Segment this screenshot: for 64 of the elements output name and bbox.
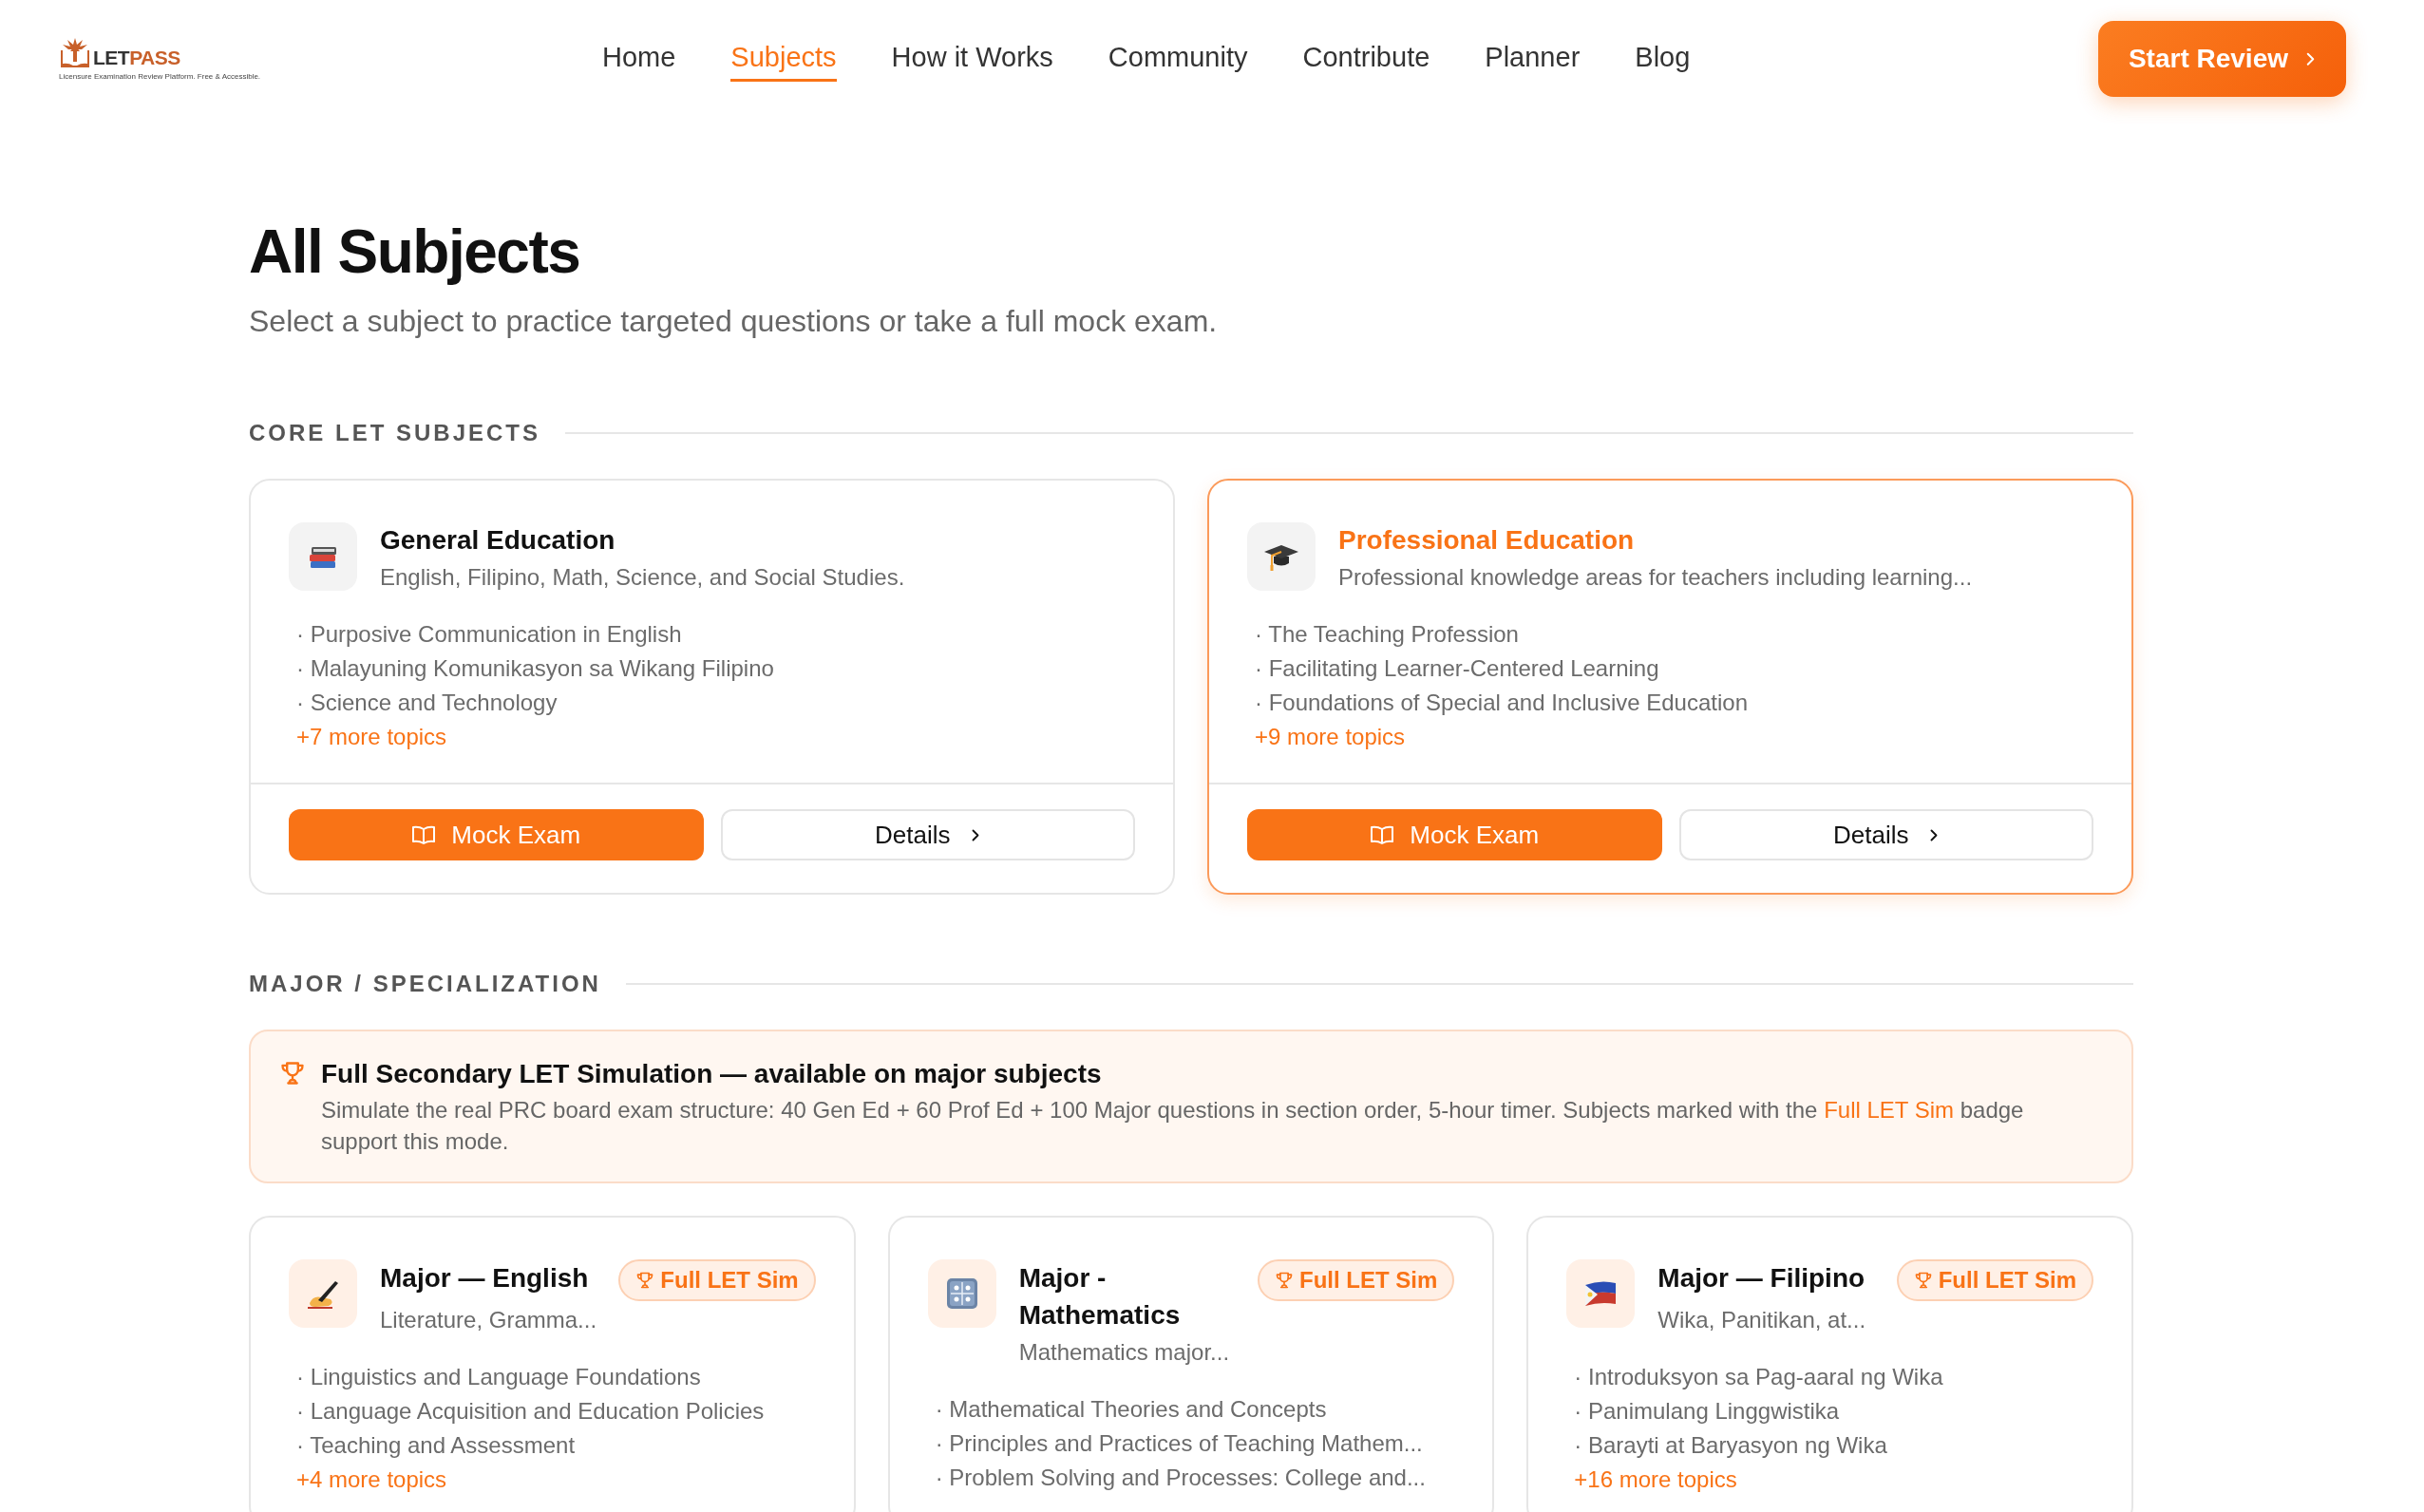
trophy-icon xyxy=(1275,1271,1294,1290)
topic-item: · Language Acquisition and Education Policies xyxy=(296,1397,766,1426)
start-review-button[interactable]: Start Review xyxy=(2097,21,2346,97)
more-topics-link[interactable]: +9 more topics xyxy=(1255,720,2093,754)
card-title: Professional Education xyxy=(1338,524,1636,557)
nav-link[interactable]: Subjects xyxy=(730,36,837,82)
full-sim-badge: Full LET Sim xyxy=(618,1259,816,1301)
trophy-icon xyxy=(635,1271,655,1290)
card-title: Major — Filipino xyxy=(1657,1262,1866,1295)
details-button[interactable]: Details xyxy=(720,809,1135,860)
full-sim-link[interactable]: Full LET Sim xyxy=(1824,1097,1955,1123)
mock-exam-button[interactable]: Mock Exam xyxy=(1247,809,1662,860)
section-heading: MAJOR / SPECIALIZATION xyxy=(249,971,601,997)
topic-item: · Teaching and Assessment xyxy=(296,1431,577,1460)
nav-link[interactable]: Community xyxy=(1108,36,1248,82)
topic-item: · Panimulang Linggwistika xyxy=(1574,1397,1841,1426)
page-subtitle: Select a subject to practice targeted questions or take a full mock exam. xyxy=(249,303,1219,340)
more-topics-link[interactable]: +16 more topics xyxy=(1574,1463,2093,1497)
topic-item: · Barayti at Baryasyon ng Wika xyxy=(1574,1431,1888,1460)
card-description: Professional knowledge areas for teachers including learning... xyxy=(1338,563,1974,592)
topic-item: · Mathematical Theories and Concepts xyxy=(935,1395,1328,1424)
card-description: Mathematics major... xyxy=(1018,1338,1231,1367)
card-title: General Education xyxy=(380,524,616,557)
topic-item: · Purposive Communication in English xyxy=(296,620,683,649)
full-sim-badge: Full LET Sim xyxy=(1896,1259,2093,1301)
full-sim-badge: Full LET Sim xyxy=(1258,1259,1455,1301)
trophy-icon xyxy=(1913,1271,1933,1290)
banner-text: Simulate the real PRC board exam structure: 40 Gen Ed + 60 Prof Ed + 100 Major questions in section order, 5-hour timer. Subjects marked with the Full LET Sim badge support this mode. xyxy=(321,1096,2025,1156)
card-description: Wika, Panitikan, at... xyxy=(1657,1306,1867,1334)
nav-link[interactable]: Planner xyxy=(1485,36,1581,82)
topic-item: · Problem Solving and Processes: College and... xyxy=(935,1464,1427,1492)
topic-item: · The Teaching Profession xyxy=(1255,620,1520,649)
mock-exam-button[interactable]: Mock Exam xyxy=(289,809,704,860)
banner-title: Full Secondary LET Simulation — available on major subjects xyxy=(321,1058,1103,1090)
chevron-icon xyxy=(1929,827,1940,842)
topic-item: · Principles and Practices of Teaching Mathem... xyxy=(935,1429,1424,1458)
chevron-icon xyxy=(971,827,981,842)
nav-link[interactable]: Home xyxy=(602,36,676,82)
nav-link[interactable]: Contribute xyxy=(1302,36,1430,82)
number-keypad-icon xyxy=(944,1276,979,1311)
topic-item: · Facilitating Learner-Centered Learning xyxy=(1255,654,1660,683)
details-button[interactable]: Details xyxy=(1678,809,2093,860)
chevron-icon xyxy=(2305,50,2316,67)
more-topics-link[interactable]: +7 more topics xyxy=(296,720,1135,754)
page-title: All Subjects xyxy=(249,218,581,285)
more-topics-link[interactable]: +4 more topics xyxy=(296,1463,816,1497)
brand-name: LETPASS xyxy=(93,47,180,69)
card-title: Major — English xyxy=(380,1262,590,1295)
book-open-icon xyxy=(411,824,437,845)
nav-link[interactable]: Blog xyxy=(1635,36,1691,82)
card-description: Literature, Gramma... xyxy=(380,1306,598,1334)
topic-item: · Foundations of Special and Inclusive Education xyxy=(1255,689,1749,717)
trophy-icon xyxy=(279,1060,306,1087)
card-description: English, Filipino, Math, Science, and Social Studies. xyxy=(380,563,906,592)
logo-tagline: Licensure Examination Review Platform. Free & Accessible. xyxy=(59,72,258,81)
topic-item: · Linguistics and Language Foundations xyxy=(296,1363,702,1391)
book-open-icon xyxy=(1370,824,1395,845)
nav-link[interactable]: How it Works xyxy=(891,36,1053,82)
section-heading: CORE LET SUBJECTS xyxy=(249,420,541,446)
card-title: Major - Mathematics xyxy=(1018,1262,1182,1332)
topic-item: · Science and Technology xyxy=(296,689,559,717)
logo-icon xyxy=(59,37,91,69)
topic-item: · Malayuning Komunikasyon sa Wikang Filipino xyxy=(296,654,775,683)
topic-item: · Introduksyon sa Pag-aaral ng Wika xyxy=(1574,1363,1944,1391)
